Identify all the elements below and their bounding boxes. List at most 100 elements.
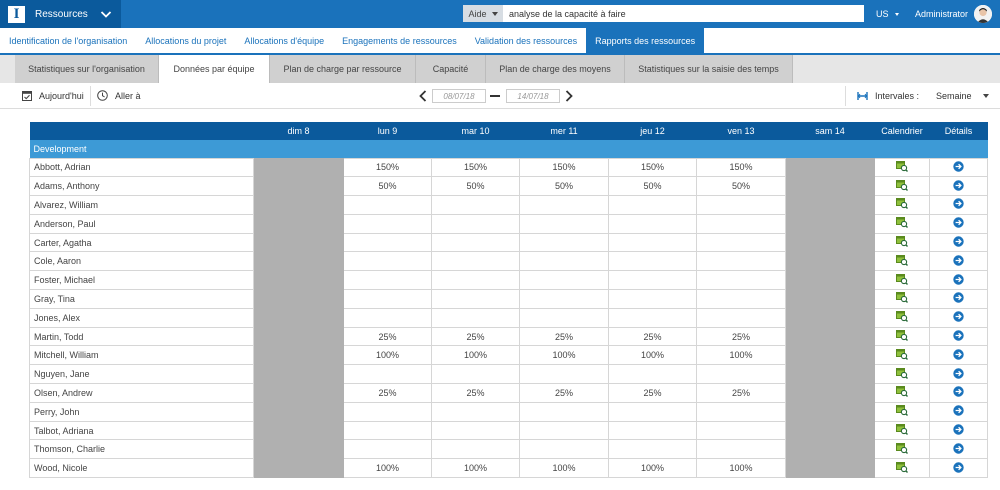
calendar-search-icon[interactable] — [896, 292, 908, 305]
top-bar: I Ressources Aide US Administrator — [0, 0, 1000, 28]
intervals-label: Intervales : — [875, 91, 920, 101]
arrow-right-circle-icon[interactable] — [953, 367, 964, 381]
calendar-search-icon[interactable] — [896, 217, 908, 230]
tab-time-entry-statistics[interactable]: Statistiques sur la saisie des temps — [625, 55, 793, 83]
arrow-right-circle-icon[interactable] — [953, 311, 964, 324]
nav-resource-commitments[interactable]: Engagements de ressources — [333, 28, 466, 53]
end-date-input[interactable]: 14/07/18 — [506, 89, 560, 103]
tab-org-statistics[interactable]: Statistiques sur l'organisation — [15, 55, 159, 83]
calendar-search-icon[interactable] — [896, 179, 908, 193]
allocation-cell — [785, 289, 875, 309]
arrow-right-circle-icon[interactable] — [953, 217, 964, 230]
goto-button[interactable]: Aller à — [97, 90, 141, 101]
tab-capacity[interactable]: Capacité — [416, 55, 486, 83]
goto-label: Aller à — [115, 90, 141, 101]
arrow-right-circle-icon[interactable] — [953, 461, 964, 475]
resource-name: Martin, Todd — [29, 326, 254, 347]
allocation-cell — [519, 213, 609, 234]
table-row: Wood, Nicole 100% 100% 100% 100% 100% — [29, 458, 988, 479]
search-input[interactable] — [503, 5, 864, 22]
allocation-cell — [785, 195, 875, 215]
allocation-cell — [785, 383, 875, 403]
arrow-right-circle-icon[interactable] — [953, 273, 964, 287]
calendar-search-icon[interactable] — [896, 348, 908, 362]
caret-down-icon[interactable] — [983, 94, 989, 98]
calendar-search-icon[interactable] — [896, 442, 908, 456]
calendar-search-icon[interactable] — [896, 386, 908, 399]
calendar-search-icon[interactable] — [896, 236, 908, 249]
calendar-search-icon[interactable] — [896, 330, 908, 343]
allocation-cell — [608, 289, 697, 309]
tab-resource-workload[interactable]: Plan de charge par ressource — [270, 55, 416, 83]
nav-resource-reports[interactable]: Rapports des ressources — [586, 28, 705, 53]
allocation-cell — [431, 251, 520, 272]
arrow-right-circle-icon[interactable] — [953, 424, 964, 437]
today-button[interactable]: Aujourd'hui — [22, 90, 84, 101]
tab-team-data[interactable]: Données par équipe — [159, 55, 270, 83]
allocation-cell — [431, 420, 520, 441]
allocation-cell: 100% — [431, 458, 520, 479]
calendar-search-icon[interactable] — [896, 273, 908, 287]
arrow-right-circle-icon[interactable] — [953, 443, 964, 456]
allocation-cell — [785, 176, 875, 197]
caret-down-icon — [491, 11, 498, 16]
arrow-right-circle-icon[interactable] — [953, 161, 964, 174]
allocation-cell — [343, 195, 432, 215]
allocation-cell: 50% — [343, 176, 432, 197]
avatar[interactable] — [974, 5, 992, 23]
main-nav: Identification de l'organisation Allocat… — [0, 28, 1000, 55]
calendar-search-icon[interactable] — [896, 424, 908, 437]
tab-means-workload[interactable]: Plan de charge des moyens — [486, 55, 625, 83]
app-switcher[interactable]: I Ressources — [0, 0, 121, 28]
arrow-right-circle-icon[interactable] — [953, 349, 964, 362]
nav-resource-validation[interactable]: Validation des ressources — [466, 28, 586, 53]
user-menu[interactable]: Administrator — [915, 9, 968, 19]
calendar-search-icon[interactable] — [896, 461, 908, 475]
arrow-right-circle-icon[interactable] — [953, 198, 964, 211]
start-date-input[interactable]: 08/07/18 — [432, 89, 486, 103]
nav-project-allocations[interactable]: Allocations du projet — [136, 28, 235, 53]
help-dropdown[interactable]: Aide — [463, 5, 503, 22]
allocation-cell: 50% — [608, 176, 697, 197]
allocation-cell: 25% — [696, 383, 786, 403]
column-header: ven 13 — [696, 122, 786, 140]
allocation-cell: 100% — [608, 345, 697, 366]
allocation-cell: 100% — [608, 458, 697, 479]
allocation-cell: 100% — [519, 345, 609, 366]
arrow-right-circle-icon[interactable] — [953, 292, 964, 305]
allocation-cell: 100% — [343, 458, 432, 479]
arrow-right-circle-icon[interactable] — [953, 330, 964, 343]
calendar-search-icon[interactable] — [896, 405, 908, 418]
calendar-search-icon[interactable] — [896, 311, 908, 324]
details-cell — [929, 307, 988, 328]
calendar-search-icon[interactable] — [896, 198, 908, 211]
resource-name: Foster, Michael — [29, 270, 254, 291]
allocation-cell — [785, 458, 875, 479]
details-cell — [929, 251, 988, 272]
allocation-cell — [519, 401, 609, 422]
column-header: mer 11 — [519, 122, 609, 140]
group-label: Development — [29, 140, 988, 158]
allocation-cell — [343, 364, 432, 385]
arrow-right-circle-icon[interactable] — [953, 236, 964, 249]
calendar-search-icon[interactable] — [896, 254, 908, 268]
allocation-cell — [253, 401, 344, 422]
calendar-search-icon[interactable] — [896, 367, 908, 381]
arrow-right-circle-icon[interactable] — [953, 179, 964, 193]
calendar-search-icon[interactable] — [896, 160, 908, 174]
table-header-row: dim 8 lun 9 mar 10 mer 11 jeu 12 ven 13 sam 14… — [29, 122, 988, 140]
details-cell — [929, 176, 988, 197]
arrow-right-circle-icon[interactable] — [953, 255, 964, 268]
nav-org-identification[interactable]: Identification de l'organisation — [0, 28, 136, 53]
chevron-right-icon[interactable] — [565, 90, 573, 102]
arrow-right-circle-icon[interactable] — [953, 386, 964, 399]
resource-name: Wood, Nicole — [29, 458, 254, 479]
interval-select[interactable]: Semaine — [936, 91, 972, 101]
nav-team-allocations[interactable]: Allocations d'équipe — [235, 28, 333, 53]
chevron-left-icon[interactable] — [419, 90, 427, 102]
arrow-right-circle-icon[interactable] — [953, 405, 964, 418]
team-data-table: dim 8 lun 9 mar 10 mer 11 jeu 12 ven 13 sam 14… — [29, 122, 988, 479]
allocation-cell — [519, 232, 609, 253]
language-selector[interactable]: US — [876, 9, 899, 19]
allocation-cell: 100% — [431, 345, 520, 366]
